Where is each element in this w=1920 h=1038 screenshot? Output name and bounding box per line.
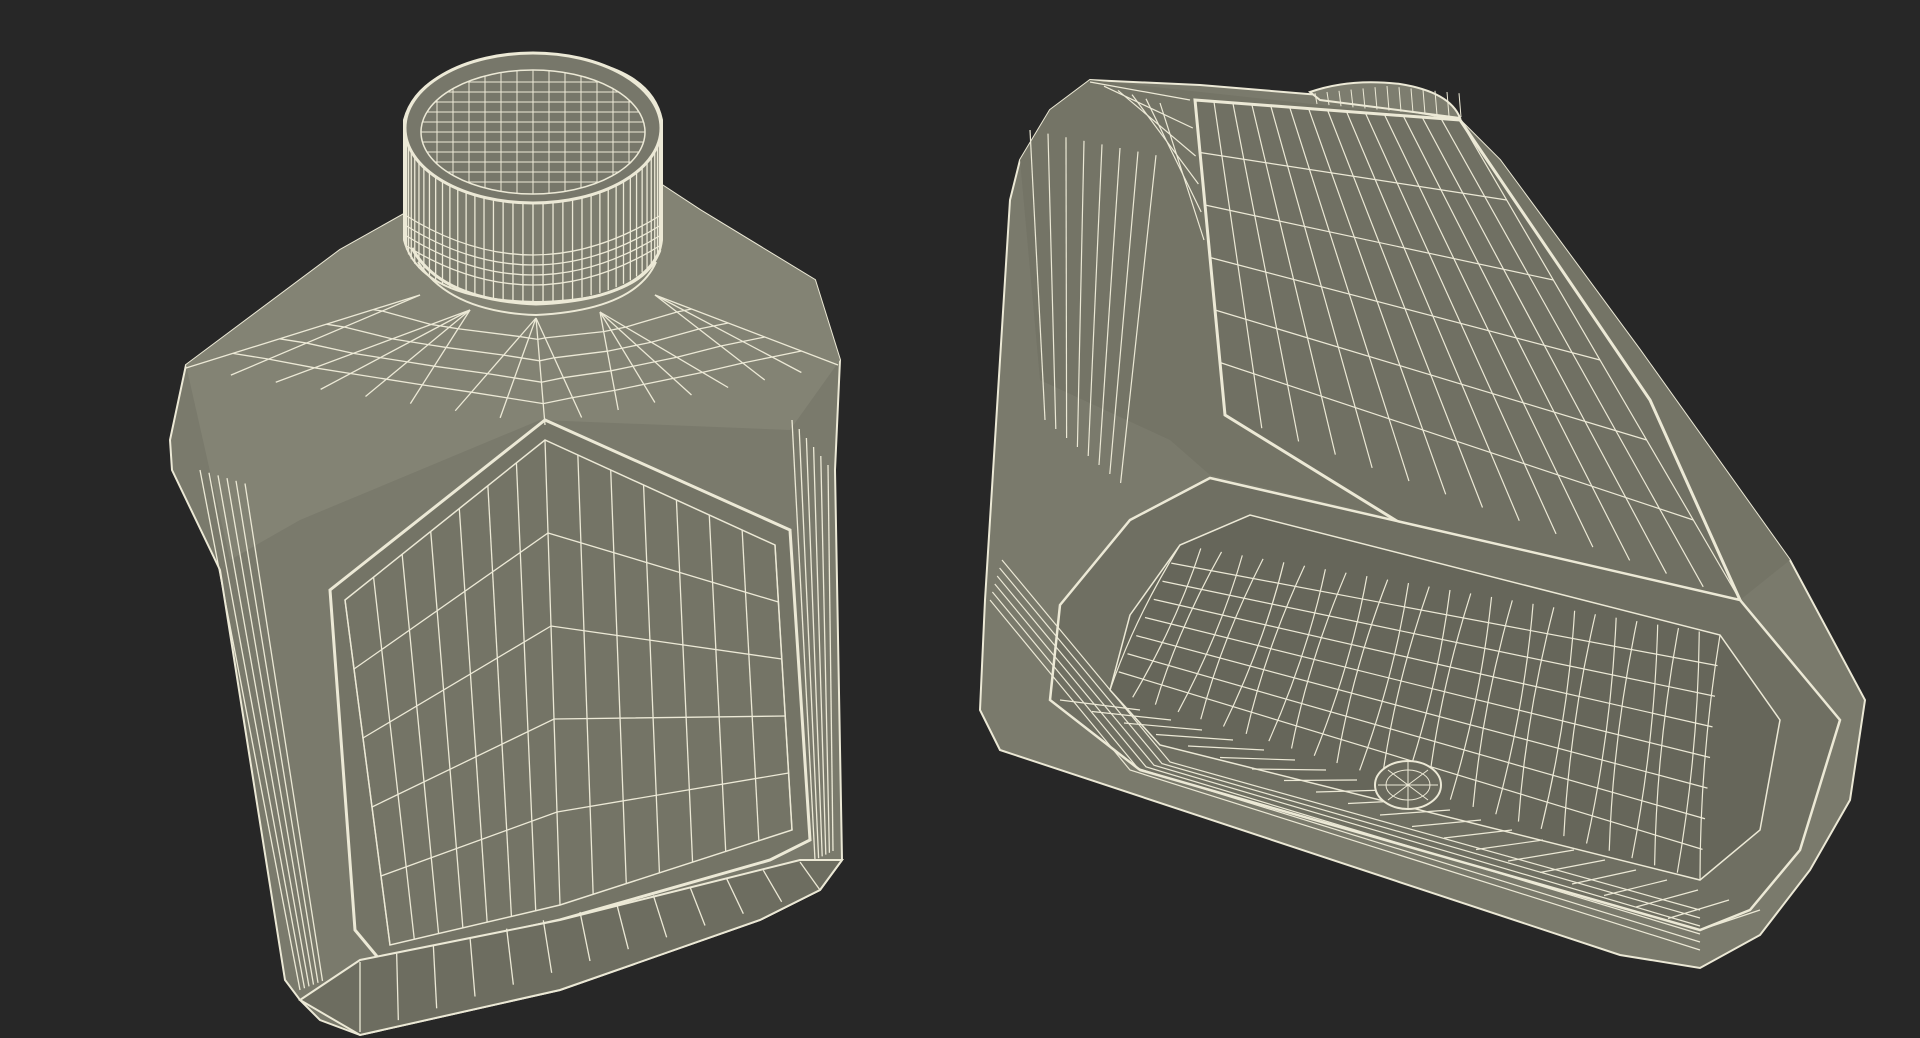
bottle-right-base-vent	[1374, 760, 1442, 810]
viewport	[0, 0, 1920, 1038]
side-band-line	[1065, 137, 1068, 439]
rim-line	[1283, 779, 1358, 782]
wireframe-render	[0, 0, 1920, 1038]
bottle-left-cap	[403, 51, 663, 317]
